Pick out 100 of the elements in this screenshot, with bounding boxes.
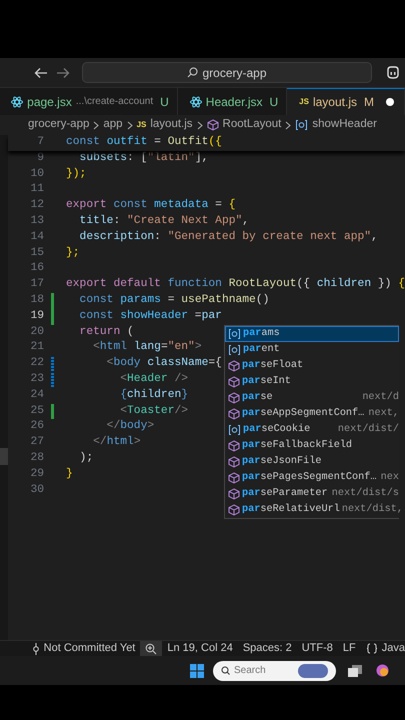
suggestion-item[interactable]: parseFloat (225, 358, 399, 374)
variable-icon (228, 344, 241, 356)
code-line: const outfit = Outfit({ (66, 135, 222, 150)
breadcrumb-item[interactable]: app (103, 116, 123, 134)
cube-icon (228, 392, 240, 404)
variable-icon (228, 328, 241, 340)
code-line: const showHeader =par (78, 308, 222, 324)
variable-icon (228, 424, 241, 436)
line-number: 21 (29, 340, 44, 356)
code-line: <Toaster/> (119, 404, 188, 419)
status-item[interactable]: Ln 19, Col 24 (162, 641, 238, 656)
suggestion-item[interactable]: parseFallbackField (225, 438, 399, 454)
line-number: 15 (29, 246, 44, 261)
zoom-in-icon (145, 642, 158, 654)
commit-icon (32, 642, 40, 654)
code-line: subsets: ["latin"], (78, 150, 208, 166)
line-number: 13 (29, 214, 44, 229)
status-item[interactable]: Not Committed Yet (26, 641, 140, 656)
taskbar-search-bar[interactable]: Search (213, 660, 336, 680)
tab-label: page.jsx (27, 94, 72, 110)
suggestion-item[interactable]: parent (225, 342, 399, 358)
cube-icon (228, 488, 240, 500)
search-icon (187, 67, 198, 78)
line-number: 14 (29, 230, 44, 245)
cube-icon (228, 376, 240, 388)
suggestion-item[interactable]: parse next/d (225, 390, 399, 406)
line-number: 22 (29, 356, 44, 372)
suggestion-item[interactable]: parseCookie next/dist/ (225, 422, 399, 438)
windows-logo-icon[interactable] (190, 664, 204, 678)
code-line: }); (66, 166, 86, 182)
suggestion-item[interactable]: parsePagesSegmentConf… nex (225, 470, 399, 486)
status-item[interactable]: Java (360, 641, 405, 656)
suggestion-item[interactable]: params (225, 326, 399, 342)
picture-placeholder (298, 664, 328, 678)
breadcrumb-item[interactable]: layout.js (150, 116, 193, 134)
chevron-icon (93, 120, 100, 130)
forward-arrow-icon[interactable] (56, 66, 70, 78)
colorful-app-icon[interactable] (376, 664, 389, 677)
task-view-icon[interactable] (348, 664, 362, 676)
line-number: 18 (29, 292, 44, 308)
js-icon: JS (299, 96, 309, 108)
status-item[interactable]: Spaces: 2 (238, 641, 297, 656)
code-line: </html> (92, 435, 141, 450)
code-line: const params = usePathname() (78, 292, 270, 308)
line-number: 29 (29, 466, 44, 482)
line-number: 19 (29, 308, 44, 324)
suggestion-item[interactable]: parseInt (225, 374, 399, 390)
line-number: 12 (29, 198, 44, 214)
line-number: 28 (29, 450, 44, 466)
line-number: 9 (36, 150, 44, 166)
code-line: {children} (119, 388, 188, 403)
js-icon: JS (136, 119, 146, 131)
atom-icon (11, 96, 24, 108)
code-line: <html lang="en"> (92, 340, 202, 356)
line-number: 17 (29, 277, 44, 292)
tab-label: Header.jsx (206, 94, 262, 110)
tab-label: layout.js (312, 94, 357, 111)
braces-icon (366, 643, 378, 654)
breadcrumb-item[interactable]: showHeader (312, 116, 377, 134)
suggestion-item[interactable]: parseRelativeUrl next/dist, (225, 502, 399, 518)
line-number: 20 (29, 324, 44, 340)
back-arrow-icon[interactable] (34, 66, 48, 78)
line-number: 24 (29, 388, 44, 403)
cube-icon (206, 119, 219, 131)
git-status: M (364, 94, 374, 111)
code-line: export const metadata = { (66, 198, 236, 214)
copilot-icon[interactable] (386, 66, 400, 79)
tab-path: ...\create-account (76, 95, 154, 109)
cube-icon (228, 440, 240, 452)
atom-icon (190, 96, 202, 108)
code-line: <body className={ (106, 356, 222, 372)
suggestion-item[interactable]: parseParameter next/dist/s (225, 486, 399, 502)
line-number: 30 (29, 482, 44, 498)
editor-tab[interactable]: JS layout.js M (287, 88, 405, 115)
line-number: 16 (29, 261, 44, 276)
line-number: 10 (29, 166, 44, 182)
taskbar-search-input[interactable]: Search (234, 664, 294, 678)
search-text: grocery-app (202, 64, 267, 82)
line-number: 27 (29, 435, 44, 450)
breadcrumb-item[interactable]: grocery-app (28, 116, 90, 134)
status-item[interactable]: UTF-8 (296, 641, 338, 656)
code-line: return ( (78, 324, 134, 340)
variable-icon (295, 119, 308, 131)
zoom-button[interactable] (140, 641, 162, 656)
suggestion-item[interactable]: parseJsonFile (225, 454, 399, 470)
search-icon (221, 666, 230, 675)
git-status: U (160, 94, 169, 110)
code-line: } (66, 466, 73, 482)
code-line: ); (78, 450, 94, 466)
code-line: <Header /> (119, 372, 188, 387)
cube-icon (228, 456, 240, 468)
code-line: }; (66, 246, 80, 261)
command-center-search[interactable]: grocery-app (82, 62, 372, 83)
git-status: U (270, 94, 278, 110)
code-line: title: "Create Next App", (78, 214, 250, 229)
status-item[interactable]: LF (338, 641, 361, 656)
suggestion-item[interactable]: parseAppSegmentConf… next, (225, 406, 399, 422)
editor-tab[interactable]: page.jsx ...\create-account U (9, 88, 178, 115)
breadcrumb-item[interactable]: RootLayout (222, 116, 282, 134)
cube-icon (228, 504, 240, 516)
